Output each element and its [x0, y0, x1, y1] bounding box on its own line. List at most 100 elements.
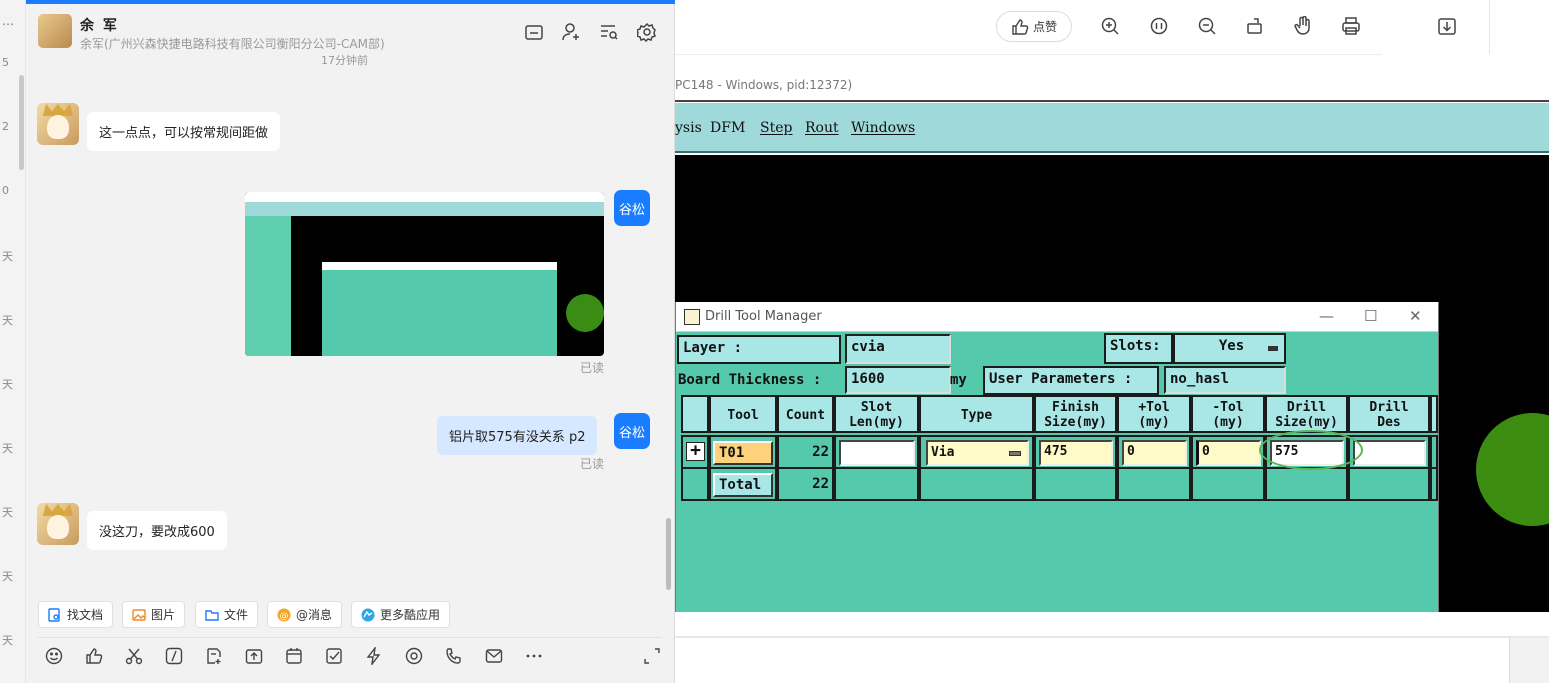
chat-scrollbar[interactable]	[666, 518, 671, 590]
minimize-icon[interactable]: —	[1319, 307, 1334, 325]
type-dropdown[interactable]: Via	[926, 440, 1029, 466]
my-avatar[interactable]: 谷松	[614, 413, 650, 449]
emoji-icon[interactable]	[45, 647, 65, 667]
image-viewer: 点赞 PC148 - Windows, pid:12372) ysis DFM …	[675, 0, 1549, 683]
task-icon[interactable]	[325, 647, 345, 667]
total-label: Total	[713, 473, 773, 497]
table-cell	[1117, 467, 1191, 501]
table-cell	[1348, 467, 1430, 501]
mail-icon[interactable]	[485, 647, 505, 667]
rotate-icon[interactable]	[1245, 16, 1267, 38]
file-button[interactable]: 文件	[195, 601, 259, 628]
finish-size-input[interactable]: 475	[1039, 440, 1113, 466]
table-cell	[1034, 467, 1117, 501]
sender-avatar[interactable]	[37, 503, 79, 545]
read-status: 已读	[580, 361, 605, 375]
contact-name[interactable]: 余 军	[80, 15, 119, 35]
mention-button[interactable]: @ @消息	[267, 601, 343, 628]
message-bubble[interactable]: 铝片取575有没关系 p2	[437, 416, 598, 455]
more-icon[interactable]	[525, 647, 545, 667]
board-thickness-label: Board Thickness :	[678, 372, 822, 388]
screenshot-thumbnail[interactable]	[245, 192, 604, 356]
layer-field[interactable]: cvia	[845, 334, 951, 364]
like-label: 点赞	[1032, 20, 1057, 34]
scissors-icon[interactable]	[125, 647, 145, 667]
download-icon[interactable]	[1437, 16, 1459, 38]
divider	[1489, 0, 1490, 54]
user-params-field[interactable]: no_hasl	[1164, 366, 1286, 394]
message-bubble[interactable]: 没这刀，要改成600	[87, 511, 227, 550]
table-cell: 0	[1117, 435, 1191, 469]
chip-label: 图片	[151, 608, 176, 622]
table-cell	[1191, 467, 1265, 501]
thumbs-up-icon[interactable]	[85, 647, 105, 667]
layer-label: Layer :	[677, 335, 841, 364]
app-icon[interactable]	[405, 647, 425, 667]
thumbs-up-icon	[1012, 18, 1029, 35]
expand-icon[interactable]	[643, 647, 663, 667]
left-sidebar-strip: … 5 2 0 天 天 天 天 天 天 天	[0, 0, 26, 683]
left-scrollbar[interactable]	[19, 75, 24, 170]
board-thickness-field[interactable]: 1600	[845, 366, 951, 394]
maximize-icon[interactable]: ☐	[1364, 307, 1377, 325]
gear-icon[interactable]	[636, 22, 659, 44]
search-history-icon[interactable]	[599, 22, 621, 44]
new-doc-icon[interactable]	[205, 647, 225, 667]
minus-tol-input[interactable]: 0	[1196, 440, 1261, 466]
image-button[interactable]: 图片	[122, 601, 186, 628]
table-cell	[1430, 435, 1438, 469]
column-header-finish-size: Finish Size(my)	[1034, 395, 1117, 433]
list-item-label: 天	[2, 442, 13, 455]
more-icon[interactable]: …	[2, 14, 14, 28]
hand-icon[interactable]	[1293, 15, 1315, 38]
screen: … 5 2 0 天 天 天 天 天 天 天 余 军 余军(广州兴森快捷电路科技有…	[0, 0, 1549, 683]
expand-row-button[interactable]: +	[686, 442, 705, 461]
menu-dfm[interactable]: DFM	[710, 120, 745, 136]
table-cell	[834, 467, 919, 501]
actual-size-icon[interactable]	[1149, 16, 1171, 38]
message-bubble[interactable]: 这一点点，可以按常规间距做	[87, 112, 281, 151]
column-header	[681, 395, 709, 433]
column-header	[1430, 395, 1438, 433]
column-header-count: Count	[777, 395, 834, 433]
chip-label: @消息	[296, 608, 333, 622]
dialog-titlebar[interactable]: Drill Tool Manager — ☐ ✕	[676, 302, 1438, 332]
more-apps-button[interactable]: 更多酷应用	[351, 601, 451, 628]
table-cell	[1265, 467, 1348, 501]
add-member-icon[interactable]	[561, 22, 583, 44]
table-cell: 475	[1034, 435, 1117, 469]
column-header-tool: Tool	[709, 395, 777, 433]
tool-id-tag[interactable]: T01	[713, 441, 773, 465]
menu-step[interactable]: Step	[760, 120, 792, 136]
zoom-out-icon[interactable]	[1197, 16, 1219, 38]
like-button[interactable]: 点赞	[996, 11, 1072, 42]
upload-icon[interactable]	[245, 647, 265, 667]
contact-avatar[interactable]	[38, 14, 72, 48]
menu-rout[interactable]: Rout	[805, 120, 839, 136]
sender-avatar[interactable]	[37, 103, 79, 145]
message-time: 17分钟前	[321, 54, 368, 67]
drill-des-input[interactable]	[1353, 440, 1426, 466]
plus-tol-input[interactable]: 0	[1122, 440, 1187, 466]
table-cell	[1430, 467, 1438, 501]
slots-value: Yes	[1218, 338, 1245, 354]
list-item-label: 5	[2, 56, 9, 69]
close-icon[interactable]: ✕	[1409, 307, 1422, 325]
menu-analysis[interactable]: ysis	[675, 120, 702, 136]
table-cell: Via	[919, 435, 1034, 469]
calendar-icon[interactable]	[285, 647, 305, 667]
folder-icon[interactable]	[524, 22, 546, 44]
chat-header: 余 军 余军(广州兴森快捷电路科技有限公司衡阳分公司-CAM部)	[26, 4, 675, 56]
phone-icon[interactable]	[445, 647, 465, 667]
slash-command-icon[interactable]	[165, 647, 185, 667]
zoom-in-icon[interactable]	[1100, 16, 1122, 38]
find-doc-button[interactable]: 找文档	[38, 601, 114, 628]
my-avatar[interactable]: 谷松	[614, 190, 650, 226]
slot-len-input[interactable]	[839, 440, 915, 466]
print-icon[interactable]	[1341, 16, 1363, 38]
menu-windows[interactable]: Windows	[851, 120, 915, 136]
thickness-unit: my	[950, 372, 967, 388]
lightning-icon[interactable]	[365, 645, 385, 667]
slots-dropdown[interactable]: Yes	[1173, 333, 1286, 364]
table-cell: Total	[709, 467, 777, 501]
